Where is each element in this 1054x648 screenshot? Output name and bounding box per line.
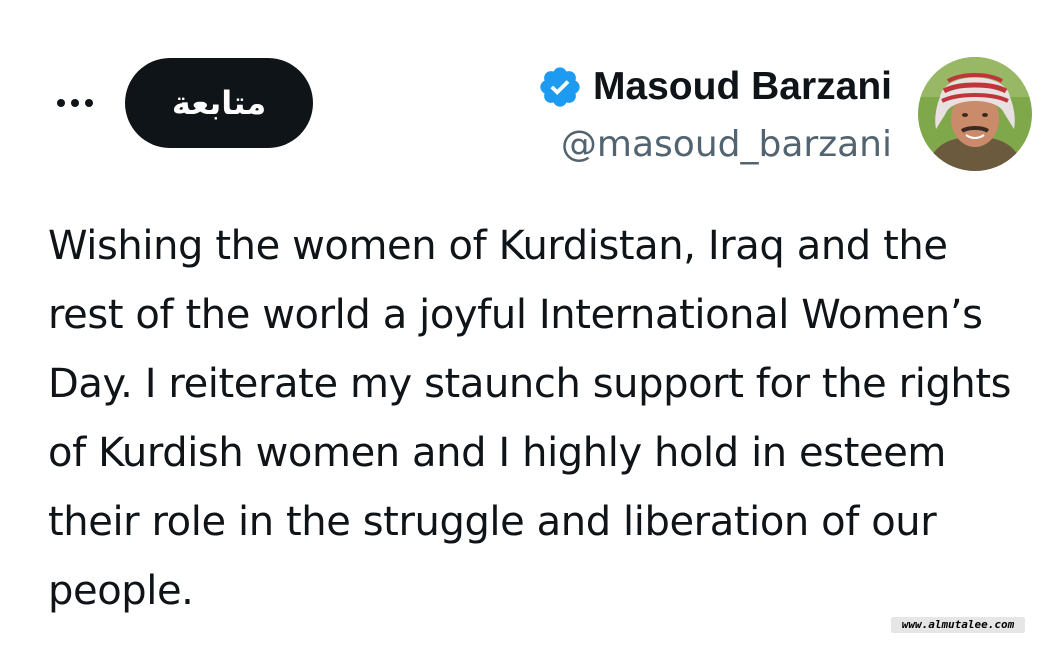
user-info: Masoud Barzani @masoud_barzani: [537, 60, 892, 172]
more-options-button[interactable]: [50, 90, 100, 116]
avatar-portrait-icon: [918, 57, 1032, 171]
tweet-text: Wishing the women of Kurdistan, Iraq and…: [48, 223, 1012, 614]
more-dot-icon: [57, 99, 65, 107]
more-dot-icon: [71, 99, 79, 107]
follow-button[interactable]: متابعة: [125, 58, 313, 148]
user-handle[interactable]: @masoud_barzani: [537, 118, 892, 172]
display-name[interactable]: Masoud Barzani: [593, 60, 892, 114]
more-dot-icon: [85, 99, 93, 107]
name-row: Masoud Barzani: [537, 60, 892, 114]
watermark: www.almutalee.com: [891, 617, 1025, 633]
verified-badge-icon: [540, 67, 580, 107]
avatar[interactable]: [918, 57, 1032, 171]
